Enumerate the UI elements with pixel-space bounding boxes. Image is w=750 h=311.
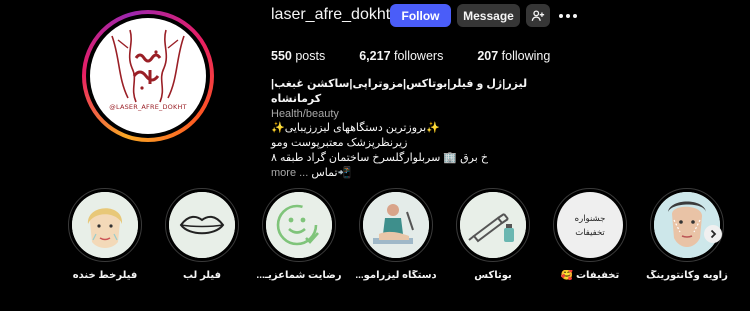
following-label: following: [501, 49, 551, 63]
avatar-caption: @LASER_AFRE_DOKHT: [109, 103, 187, 111]
bio-line-4: 📲تماس ... more: [271, 166, 351, 181]
bio-line-4-text: 📲تماس: [311, 166, 352, 179]
laser-treatment-icon: [363, 192, 429, 258]
highlight-label: رضایت شماعزیـ...: [256, 270, 342, 281]
posts-label: posts: [295, 49, 326, 63]
posts-number: 550: [271, 49, 292, 63]
highlight-cover: [460, 192, 526, 258]
profile-avatar-ring[interactable]: @LASER_AFRE_DOKHT: [82, 10, 214, 142]
more-options-button[interactable]: [558, 6, 578, 26]
highlight-ring: [262, 188, 336, 262]
following-number: 207: [477, 49, 499, 63]
following-count[interactable]: 207 following: [477, 49, 550, 63]
highlight-label: تخفیفات 🥰: [560, 270, 620, 281]
highlight-label: فیلر لب: [182, 270, 222, 281]
profile-avatar[interactable]: @LASER_AFRE_DOKHT: [90, 18, 206, 134]
highlight-cover: [363, 192, 429, 258]
woman-face-icon: [72, 192, 138, 258]
bio-category: Health/beauty: [271, 107, 339, 120]
chevron-right-icon: [710, 229, 717, 239]
followers-count[interactable]: 6,217 followers: [359, 49, 443, 63]
highlight-label: زاویه وکانتورینگ: [646, 270, 728, 281]
bio-line-2: زیرنظرپزشک معتبرپوست ومو: [271, 137, 408, 150]
dot-icon: [573, 14, 577, 18]
highlight-ring: جشنواره تخفیفات: [553, 188, 627, 262]
message-button[interactable]: Message: [457, 4, 520, 27]
syringe-icon: [460, 192, 526, 258]
discount-text-line2: تخفیفات: [575, 227, 605, 237]
profile-bio: لیزر|ژل و فیلر|بوتاکس|مزوتراپی|ساکشن غبغ…: [271, 77, 571, 181]
suggested-accounts-button[interactable]: [526, 4, 550, 27]
highlight-ring: [165, 188, 239, 262]
add-person-icon: [531, 9, 545, 21]
profile-stats: 550 posts 6,217 followers 207 following: [271, 49, 584, 63]
dot-icon: [566, 14, 570, 18]
follow-button[interactable]: Follow: [390, 4, 451, 27]
highlight-cover: [169, 192, 235, 258]
followers-number: 6,217: [359, 49, 391, 63]
highlight-label: فیلرخط خنده: [72, 270, 138, 281]
highlight-label: دستگاه لیزرامو...: [355, 270, 437, 281]
highlight-label: بوتاکس: [474, 270, 512, 281]
bio-display-name: لیزر|ژل و فیلر|بوتاکس|مزوتراپی|ساکشن غبغ…: [271, 78, 528, 105]
discount-text-icon: جشنواره: [574, 213, 606, 223]
highlight-cover: [266, 192, 332, 258]
highlight-ring: [68, 188, 142, 262]
highlights-next-button[interactable]: [704, 225, 722, 243]
highlight-item[interactable]: فیلر لب: [157, 188, 247, 281]
highlight-item[interactable]: رضایت شماعزیـ...: [254, 188, 344, 281]
highlight-item[interactable]: جشنواره تخفیفات تخفیفات 🥰: [545, 188, 635, 281]
highlight-cover: جشنواره تخفیفات: [557, 192, 623, 258]
bio-line-3: خ برق 🏢 سربلوارگلسرخ ساختمان گراد طبقه ۸: [271, 151, 488, 164]
bio-more-link[interactable]: ... more: [271, 167, 308, 179]
highlight-ring: [456, 188, 530, 262]
bio-line-1: ✨بروزترین دستگاههای لیزرزیبایی✨: [271, 122, 440, 135]
highlight-item[interactable]: دستگاه لیزرامو...: [351, 188, 441, 281]
dot-icon: [559, 14, 563, 18]
posts-count: 550 posts: [271, 49, 325, 63]
lips-icon: [169, 192, 235, 258]
profile-username: laser_afre_dokht: [271, 6, 391, 23]
brand-logo-icon: [111, 29, 185, 103]
followers-label: followers: [394, 49, 444, 63]
highlight-ring: [359, 188, 433, 262]
highlight-item[interactable]: بوتاکس: [448, 188, 538, 281]
story-highlights: فیلرخط خنده فیلر لب رضایت شماعزیـ... دست…: [60, 188, 750, 288]
highlight-item[interactable]: فیلرخط خنده: [60, 188, 150, 281]
smiley-check-icon: [266, 192, 332, 258]
highlight-cover: [72, 192, 138, 258]
